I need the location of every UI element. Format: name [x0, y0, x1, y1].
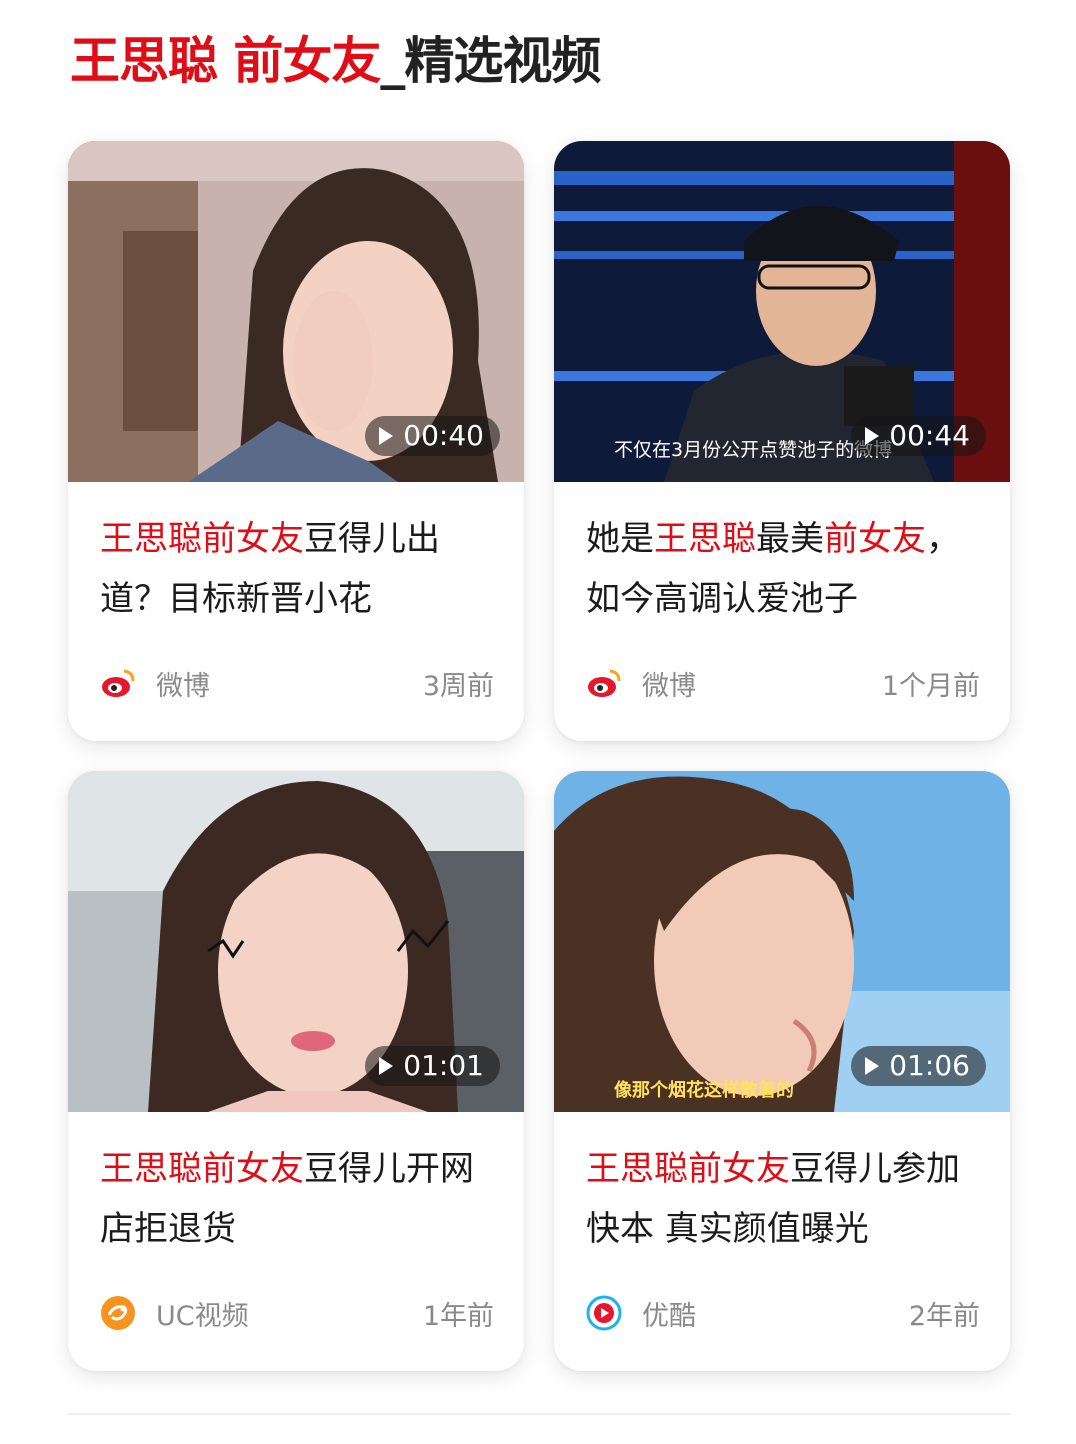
bottom-divider: [68, 1413, 1010, 1415]
video-meta: 优酷 2年前: [586, 1291, 980, 1335]
video-card[interactable]: 不仅在3月份公开点赞池子的微博 00:44 她是王思聪最美前女友，如今高调认爱池…: [554, 141, 1010, 741]
duration-badge: 00:40: [365, 416, 500, 456]
svg-text:不仅在3月份公开点赞池子的微博: 不仅在3月份公开点赞池子的微博: [614, 439, 892, 461]
play-icon: [379, 427, 394, 445]
video-title[interactable]: 王思聪前女友豆得儿开网店拒退货: [100, 1139, 500, 1259]
source-name: 微博: [642, 670, 696, 702]
weibo-icon: [588, 669, 621, 697]
play-icon: [865, 1057, 880, 1075]
publish-time: 3周前: [422, 670, 494, 702]
title-suffix: _精选视频: [380, 32, 601, 90]
source-name: 优酷: [642, 1300, 696, 1332]
duration-badge: 00:44: [851, 416, 986, 456]
duration-badge: 01:01: [365, 1046, 500, 1086]
video-thumbnail[interactable]: 01:01: [68, 771, 524, 1112]
play-icon: [865, 427, 880, 445]
publish-time: 1个月前: [881, 670, 980, 702]
source-name: 微博: [156, 670, 210, 702]
uc-video-icon: [101, 1296, 135, 1330]
video-thumbnail[interactable]: 不仅在3月份公开点赞池子的微博 00:44: [554, 141, 1010, 482]
play-icon: [379, 1057, 394, 1075]
video-card[interactable]: 00:40 王思聪前女友豆得儿出道？目标新晋小花 微博 3周前: [68, 141, 524, 741]
video-title[interactable]: 王思聪前女友豆得儿参加快本 真实颜值曝光: [586, 1139, 986, 1259]
video-meta: UC视频 1年前: [100, 1291, 494, 1335]
weibo-icon: [102, 669, 135, 697]
video-title[interactable]: 她是王思聪最美前女友，如今高调认爱池子: [586, 509, 986, 629]
video-card[interactable]: 像那个烟花这样散着的 01:06 王思聪前女友豆得儿参加快本 真实颜值曝光 优酷…: [554, 771, 1010, 1371]
video-grid: 00:40 王思聪前女友豆得儿出道？目标新晋小花 微博 3周前 不仅在3月份公开…: [68, 141, 1010, 1371]
duration-badge: 01:06: [851, 1046, 986, 1086]
video-thumbnail[interactable]: 像那个烟花这样散着的 01:06: [554, 771, 1010, 1112]
video-title[interactable]: 王思聪前女友豆得儿出道？目标新晋小花: [100, 509, 500, 629]
source-name: UC视频: [156, 1300, 249, 1332]
svg-text:像那个烟花这样散着的: 像那个烟花这样散着的: [614, 1079, 794, 1101]
video-thumbnail[interactable]: 00:40: [68, 141, 524, 482]
youku-icon: [586, 1295, 622, 1331]
publish-time: 2年前: [908, 1300, 980, 1332]
title-keyword: 王思聪 前女友: [70, 32, 381, 90]
video-meta: 微博 3周前: [100, 661, 494, 705]
video-meta: 微博 1个月前: [586, 661, 980, 705]
page-title: 王思聪 前女友_精选视频: [70, 26, 601, 96]
video-card[interactable]: 01:01 王思聪前女友豆得儿开网店拒退货 UC视频 1年前: [68, 771, 524, 1371]
publish-time: 1年前: [422, 1300, 494, 1332]
